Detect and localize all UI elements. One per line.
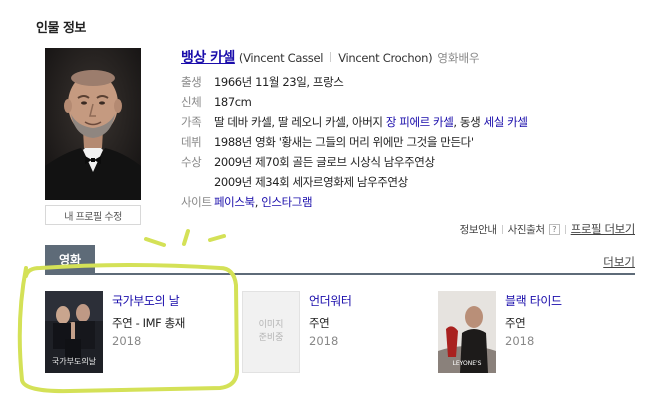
divider	[501, 224, 503, 234]
movie-title-link[interactable]: 국가부도의 날	[112, 292, 180, 309]
movie-title-link[interactable]: 블랙 타이드	[505, 292, 562, 309]
info-row-birth: 출생 1966년 11월 23일, 프랑스	[181, 72, 528, 92]
movie-poster[interactable]: 국가부도의날	[45, 291, 103, 373]
info-row-sites: 사이트 페이스북, 인스타그램	[181, 192, 528, 212]
info-value: 2009년 제34회 세자르영화제 남우주연상	[214, 175, 408, 189]
info-value: 페이스북, 인스타그램	[214, 192, 313, 212]
person-name-link[interactable]: 뱅상 카셀	[181, 47, 235, 67]
placeholder-text: 이미지	[258, 320, 284, 330]
edit-profile-button[interactable]: 내 프로필 수정	[45, 205, 141, 225]
movie-item[interactable]: 국가부도의날 국가부도의 날 주연 - IMF 총재 2018	[45, 291, 235, 373]
info-row-body: 신체 187cm	[181, 92, 528, 112]
emphasis-stroke	[208, 234, 226, 242]
tab-movies[interactable]: 영화	[45, 245, 95, 274]
info-row-debut: 데뷔 1988년 영화 '황새는 그들의 머리 위에만 그것을 만든다'	[181, 132, 528, 152]
emphasis-stroke	[182, 229, 190, 246]
info-value: 2009년 제70회 골든 글로브 시상식 남우주연상	[214, 155, 435, 169]
family-text: , 동생	[453, 115, 484, 129]
more-profile-link[interactable]: 프로필 더보기	[571, 221, 636, 237]
profile-photo[interactable]	[45, 48, 141, 200]
english-name: (Vincent Cassel	[238, 51, 324, 65]
info-label: 출생	[181, 75, 202, 89]
movie-item[interactable]: 이미지 준비중 언더워터 주연 2018	[242, 291, 422, 373]
movie-poster-placeholder[interactable]: 이미지 준비중	[242, 291, 300, 373]
svg-text:LEYONE'S: LEYONE'S	[453, 360, 482, 367]
tab-underline	[45, 273, 635, 275]
profile-photo-image	[45, 48, 141, 200]
occupation: 영화배우	[437, 51, 480, 65]
movie-title-link[interactable]: 언더워터	[309, 292, 352, 309]
father-link[interactable]: 장 피에르 카셀	[386, 115, 454, 129]
info-value: 1988년 영화 '황새는 그들의 머리 위에만 그것을 만든다'	[214, 135, 474, 149]
info-label: 사이트	[181, 195, 212, 209]
help-icon[interactable]: ?	[548, 223, 560, 235]
info-row-awards-2: 2009년 제34회 세자르영화제 남우주연상	[181, 172, 528, 192]
movie-role: 주연 - IMF 총재	[112, 316, 185, 330]
poster-image: 국가부도의날	[45, 291, 103, 373]
info-label-spacer	[181, 172, 214, 192]
sibling-link[interactable]: 세실 카셀	[484, 115, 528, 129]
family-text: 딸 데바 카셀, 딸 레오니 카셀, 아버지	[214, 115, 386, 129]
profile-links-bar: 정보안내 사진출처 ? 프로필 더보기	[460, 221, 636, 237]
info-guide-link[interactable]: 정보안내	[460, 222, 497, 237]
placeholder-text: 준비중	[258, 333, 284, 343]
info-row-awards: 수상 2009년 제70회 골든 글로브 시상식 남우주연상	[181, 152, 528, 172]
poster-image: LEYONE'S	[438, 291, 496, 373]
emphasis-stroke	[144, 237, 166, 247]
info-label: 데뷔	[181, 135, 202, 149]
info-label: 수상	[181, 155, 202, 169]
info-value: 딸 데바 카셀, 딸 레오니 카셀, 아버지 장 피에르 카셀, 동생 세실 카…	[214, 112, 528, 132]
movie-role: 주연	[309, 316, 330, 330]
movie-year: 2018	[309, 334, 339, 348]
profile-info-list: 출생 1966년 11월 23일, 프랑스 신체 187cm 가족 딸 데바 카…	[181, 72, 528, 212]
real-name: Vincent Crochon)	[338, 51, 433, 65]
info-label: 가족	[181, 115, 202, 129]
divider	[564, 224, 566, 234]
section-title: 인물 정보	[36, 21, 86, 36]
movie-year: 2018	[112, 334, 142, 348]
movie-poster[interactable]: LEYONE'S	[438, 291, 496, 373]
facebook-link[interactable]: 페이스북	[214, 195, 255, 209]
instagram-link[interactable]: 인스타그램	[261, 195, 312, 209]
movie-item[interactable]: LEYONE'S 블랙 타이드 주연 2018	[438, 291, 618, 373]
photo-source-link[interactable]: 사진출처	[508, 222, 545, 237]
info-label: 신체	[181, 95, 202, 109]
movie-role: 주연	[505, 316, 526, 330]
info-value: 187cm	[214, 95, 252, 109]
more-movies-link[interactable]: 더보기	[603, 254, 635, 270]
svg-text:국가부도의날: 국가부도의날	[52, 356, 97, 366]
divider	[330, 52, 332, 62]
info-row-family: 가족 딸 데바 카셀, 딸 레오니 카셀, 아버지 장 피에르 카셀, 동생 세…	[181, 112, 528, 132]
profile-name-row: 뱅상 카셀 (Vincent Cassel Vincent Crochon) 영…	[181, 47, 480, 67]
info-value: 1966년 11월 23일, 프랑스	[214, 75, 344, 89]
movie-year: 2018	[505, 334, 535, 348]
